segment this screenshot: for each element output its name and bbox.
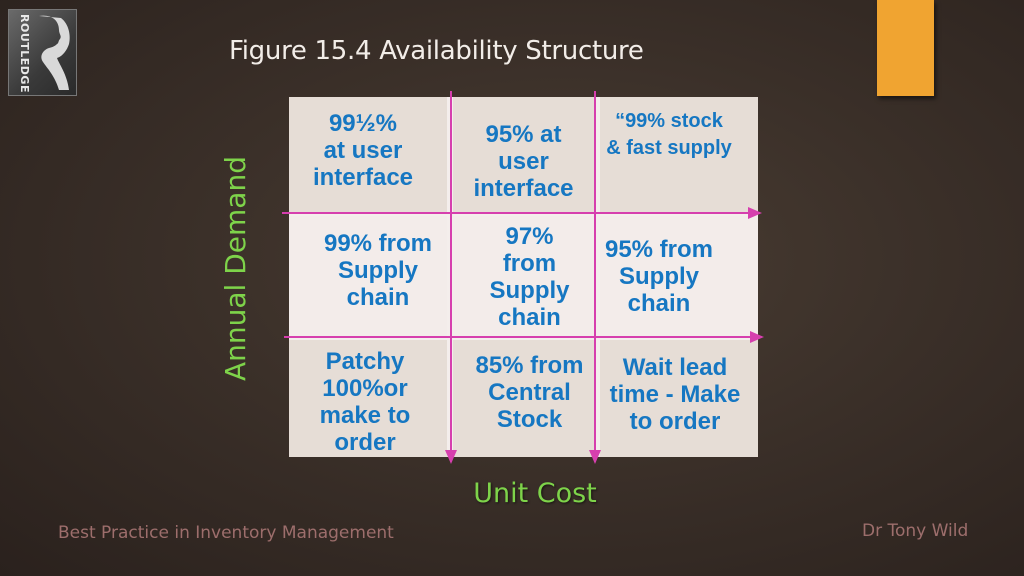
footer-book-title: Best Practice in Inventory Management <box>58 523 394 543</box>
footer-author: Dr Tony Wild <box>862 521 969 541</box>
x-axis-label: Unit Cost <box>473 478 597 509</box>
